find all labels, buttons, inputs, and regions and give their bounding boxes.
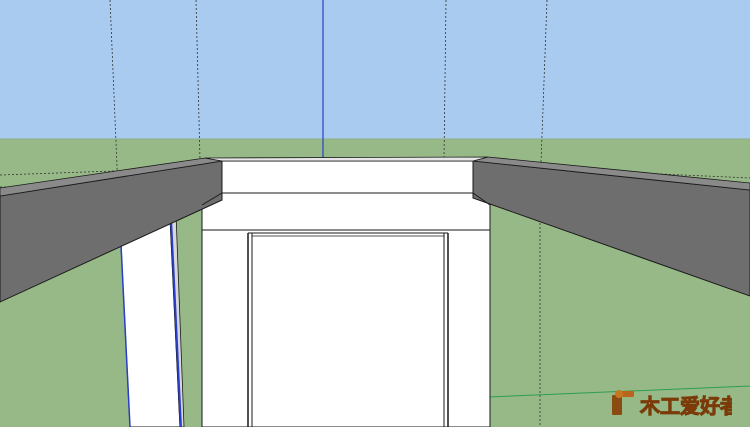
- watermark-text: 木工爱好者: [639, 394, 732, 418]
- cabinet-front: [201, 189, 491, 427]
- watermark-logo: 木工爱好者: [610, 389, 741, 419]
- sky: [0, 0, 750, 140]
- top-rail-top: [204, 156, 489, 162]
- 3d-scene[interactable]: [0, 0, 750, 427]
- woodworking-logo-icon: 木工爱好者: [612, 390, 741, 419]
- top-rail-face: [221, 160, 474, 194]
- modeling-viewport[interactable]: 木工爱好者: [0, 0, 750, 427]
